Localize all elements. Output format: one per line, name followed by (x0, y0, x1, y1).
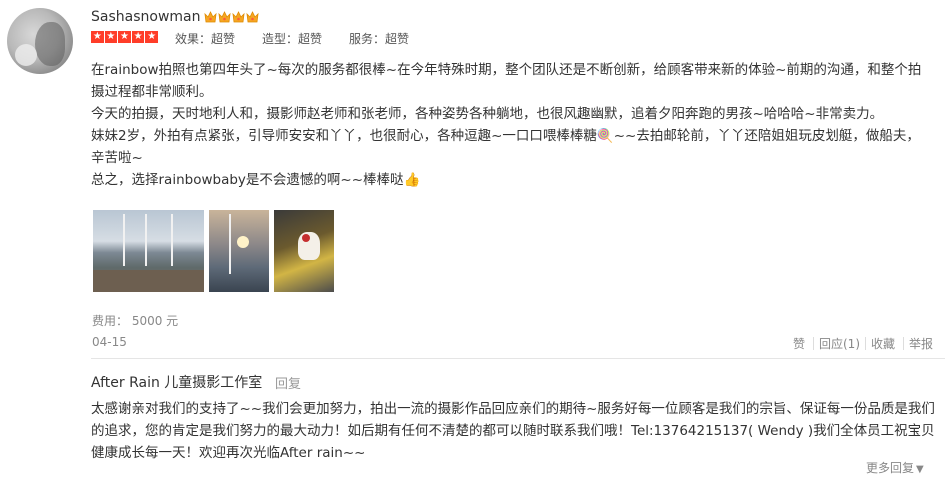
crown-icon (218, 11, 231, 23)
divider (813, 337, 814, 350)
mast-shape (229, 214, 231, 274)
crown-icon (204, 11, 217, 23)
chevron-down-icon: ▼ (916, 464, 924, 475)
mast-shape (171, 214, 173, 266)
merchant-reply-text: 太感谢亲对我们的支持了~~我们会更加努力，拍出一流的摄影作品回应亲们的期待~服务… (91, 401, 935, 461)
review-paragraph: 在rainbow拍照也第四年头了~每次的服务都很棒~在今年特殊时期，整个团队还是… (91, 62, 922, 100)
review-paragraph: 妹妹2岁，外拍有点紧张，引导师安安和丫丫，也很耐心，各种逗趣~一口口喂棒棒糖🍭~… (91, 128, 920, 166)
review-fee: 费用： 5000 元 (92, 314, 179, 328)
mast-shape (123, 214, 125, 266)
divider (903, 337, 904, 350)
report-button[interactable]: 举报 (909, 335, 933, 352)
like-button[interactable]: 赞 (793, 335, 805, 352)
star-icon: ★ (91, 31, 104, 43)
harbor-photo[interactable] (93, 210, 204, 292)
cap-shape (302, 234, 310, 242)
sun-shape (237, 236, 249, 248)
star-rating: ★ ★ ★ ★ ★ (91, 31, 158, 43)
review-photos (93, 210, 334, 292)
review-paragraph: 总之，选择rainbowbaby是不会遗憾的啊~~棒棒哒👍 (91, 172, 421, 188)
review-body: 在rainbow拍照也第四年头了~每次的服务都很棒~在今年特殊时期，整个团队还是… (91, 59, 931, 191)
child-on-boat-photo[interactable] (274, 210, 334, 292)
avatar-highlight (15, 44, 37, 66)
reply-count-button[interactable]: 回应(1) (819, 335, 860, 352)
merchant-reply-link[interactable]: 回复 (275, 373, 301, 392)
crown-icon (246, 11, 259, 23)
star-icon: ★ (104, 31, 118, 43)
review-paragraph: 今天的拍摄，天时地利人和，摄影师赵老师和张老师，各种姿势各种躺地，也很风趣幽默，… (91, 106, 884, 122)
merchant-name: After Rain 儿童摄影工作室 (91, 375, 263, 391)
score-service: 服务：超赞 (349, 32, 410, 46)
sunset-sailboat-photo[interactable] (209, 210, 269, 292)
member-level-crowns (204, 10, 259, 24)
mast-shape (145, 214, 147, 266)
more-replies-link[interactable]: 更多回复 ▼ (866, 459, 924, 476)
star-icon: ★ (131, 31, 145, 43)
dock-shape (93, 270, 204, 292)
divider (865, 337, 866, 350)
avatar-shade (35, 22, 65, 66)
section-divider (91, 358, 945, 359)
score-effect: 效果：超赞 (175, 32, 236, 46)
review-date: 04-15 (92, 335, 127, 349)
favorite-button[interactable]: 收藏 (871, 335, 895, 352)
more-replies-label: 更多回复 (866, 461, 915, 475)
username[interactable]: Sashasnowman (91, 9, 200, 25)
score-styling: 造型：超赞 (262, 32, 323, 46)
avatar[interactable] (7, 8, 73, 74)
star-icon: ★ (118, 31, 131, 43)
star-icon: ★ (145, 31, 158, 43)
crown-icon (232, 11, 245, 23)
